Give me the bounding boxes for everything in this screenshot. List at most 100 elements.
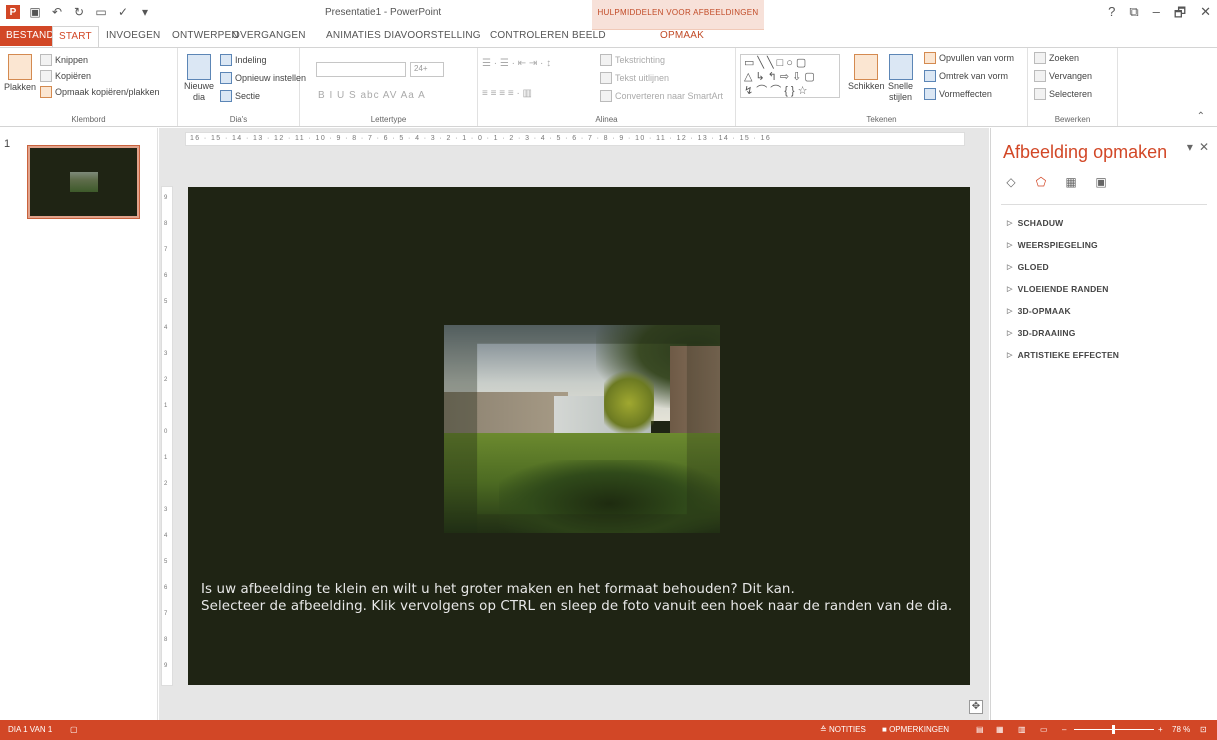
pane-close-icon[interactable]: ✕ [1199,140,1209,154]
arrange-button[interactable]: Schikken [848,54,885,91]
convert-smartart-button[interactable]: Converteren naar SmartArt [600,90,723,102]
pen-icon [924,70,936,82]
pane-divider [1001,204,1207,205]
slide-sorter-icon[interactable]: ▦ [996,725,1004,734]
section-reflection[interactable]: ▷ WEERSPIEGELING [1007,234,1119,256]
slideshow-view-icon[interactable]: ▭ [1040,725,1048,734]
fill-line-icon[interactable]: ◇ [1003,174,1019,190]
save-icon[interactable]: ▣ [28,5,42,19]
picture-icon[interactable]: ▣ [1093,174,1109,190]
format-painter-button[interactable]: Opmaak kopiëren/plakken [40,86,160,98]
start-slideshow-icon[interactable]: ▭ [94,5,108,19]
replace-button[interactable]: Vervangen [1034,70,1092,82]
text-direction-button[interactable]: Tekstrichting [600,54,665,66]
section-label: SCHADUW [1017,218,1064,228]
spelling-icon[interactable]: ✓ [116,5,130,19]
section-3d-rotation[interactable]: ▷ 3D-DRAAIING [1007,322,1119,344]
font-size-dropdown[interactable]: 24+ [410,62,444,77]
size-properties-icon[interactable]: ▦ [1063,174,1079,190]
caption-line-1: Is uw afbeelding te klein en wilt u het … [201,582,795,597]
list-buttons[interactable]: ☰ · ☰ · ⇤ ⇥ · ↕ [482,58,551,69]
tab-review[interactable]: CONTROLEREN [490,30,569,41]
quick-styles-button[interactable]: Snelle stijlen [888,54,913,102]
tab-start[interactable]: START [52,26,99,47]
shape-outline-button[interactable]: Omtrek van vorm [924,70,1008,82]
select-button[interactable]: Selecteren [1034,88,1092,100]
section-3d-format[interactable]: ▷ 3D-OPMAAK [1007,300,1119,322]
vertical-ruler-tick: 5 [164,559,168,565]
expand-triangle-icon: ▷ [1007,308,1013,315]
tab-insert[interactable]: INVOEGEN [106,30,160,41]
reset-button[interactable]: Opnieuw instellen [220,72,306,84]
group-label-drawing: Tekenen [866,115,897,124]
align-text-icon [600,72,612,84]
section-glow[interactable]: ▷ GLOED [1007,256,1119,278]
section-shadow[interactable]: ▷ SCHADUW [1007,212,1119,234]
zoom-out-icon[interactable]: – [1062,725,1066,734]
tab-format[interactable]: OPMAAK [660,30,704,41]
spelling-status-icon[interactable]: ▢ [70,725,78,734]
tab-animations[interactable]: ANIMATIES [326,30,381,41]
tab-design[interactable]: ONTWERPEN [172,30,239,41]
normal-view-icon[interactable]: ▤ [976,725,984,734]
zoom-in-icon[interactable]: + [1158,725,1163,734]
slide-canvas[interactable]: Is uw afbeelding te klein en wilt u het … [188,187,970,685]
section-label: VLOEIENDE RANDEN [1017,284,1109,294]
align-buttons[interactable]: ≡ ≡ ≡ ≡ · ▥ [482,88,532,99]
notes-button[interactable]: ≙ NOTITIES [820,725,866,734]
restore-icon[interactable]: 🗗 [1174,4,1186,26]
slide-caption[interactable]: Is uw afbeelding te klein en wilt u het … [201,581,961,615]
paste-button[interactable]: Plakken [4,54,36,92]
courtyard-photo[interactable] [444,325,720,533]
shape-fill-button[interactable]: Opvullen van vorm [924,52,1014,64]
notes-label: NOTITIES [828,725,866,734]
section-artistic-effects[interactable]: ▷ ARTISTIEKE EFFECTEN [1007,344,1119,366]
minimize-icon[interactable]: – [1153,4,1160,26]
slide-thumbnail[interactable] [28,146,139,218]
font-format-buttons[interactable]: B I U S abc AV Aa A [318,90,426,101]
close-icon[interactable]: ✕ [1200,4,1211,26]
reading-view-icon[interactable]: ▥ [1018,725,1026,734]
fit-window-icon[interactable]: ⊡ [1200,725,1207,734]
paint-bucket-icon [924,52,936,64]
reset-icon [220,72,232,84]
customize-qat-icon[interactable]: ▾ [138,5,152,19]
help-icon[interactable]: ? [1108,4,1115,26]
zoom-slider-thumb[interactable] [1112,725,1115,734]
shape-effects-button[interactable]: Vormeffecten [924,88,992,100]
new-slide-button[interactable]: Nieuwe dia [184,54,214,102]
vertical-ruler: 9 8 7 6 5 4 3 2 1 0 1 2 3 4 5 6 7 8 9 [161,186,173,686]
pane-tabs: ◇ ⬠ ▦ ▣ [1003,174,1109,190]
photo-tree [604,366,654,440]
comments-button[interactable]: ■ OPMERKINGEN [882,725,949,734]
find-button[interactable]: Zoeken [1034,52,1079,64]
collapse-ribbon-icon[interactable]: ⌃ [1197,111,1205,122]
effects-icon[interactable]: ⬠ [1033,174,1049,190]
ribbon-display-options-icon[interactable]: ⧉ [1129,4,1138,26]
vertical-ruler-tick: 2 [164,481,168,487]
comments-label: OPMERKINGEN [889,725,950,734]
pane-options-icon[interactable]: ▾ [1187,140,1193,154]
tab-view[interactable]: BEELD [572,30,606,41]
cut-button[interactable]: Knippen [40,54,88,66]
font-name-dropdown[interactable] [316,62,406,77]
layout-button[interactable]: Indeling [220,54,267,66]
tab-slideshow[interactable]: DIAVOORSTELLING [384,30,481,41]
powerpoint-logo-icon[interactable]: P [6,5,20,19]
align-text-button[interactable]: Tekst uitlijnen [600,72,669,84]
section-button[interactable]: Sectie [220,90,260,102]
vertical-ruler-tick: 2 [164,377,168,383]
ribbon: Plakken Knippen Kopiëren Opmaak kopiëren… [0,47,1217,127]
undo-icon[interactable]: ↶ [50,5,64,19]
zoom-level[interactable]: 78 % [1172,725,1190,734]
tab-file[interactable]: BESTAND [0,26,60,46]
slide-number: 1 [4,138,11,150]
redo-icon[interactable]: ↻ [72,5,86,19]
tab-transitions[interactable]: OVERGANGEN [232,30,306,41]
shapes-gallery[interactable]: ▭╲╲□○▢ △↳↰⇨⇩▢ ↯⌒⌒{}☆ [740,54,840,98]
vertical-ruler-tick: 7 [164,611,168,617]
copy-button[interactable]: Kopiëren [40,70,91,82]
reset-label: Opnieuw instellen [235,73,307,83]
section-soft-edges[interactable]: ▷ VLOEIENDE RANDEN [1007,278,1119,300]
fit-slide-icon[interactable]: ✥ [969,700,983,714]
